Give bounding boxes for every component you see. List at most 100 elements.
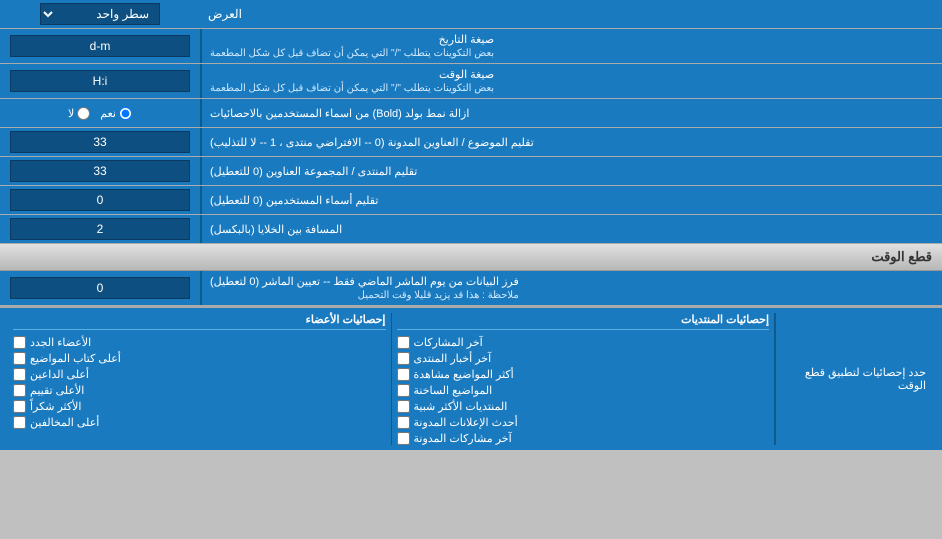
topics-count-row: تقليم الموضوع / العناوين المدونة (0 -- ا…	[0, 128, 942, 157]
apply-label-text: حدد إحصائيات لتطبيق قطع الوقت	[784, 366, 926, 392]
cell-space-input-area: 2	[0, 215, 200, 243]
cb-hot-topics-label: المواضيع الساخنة	[414, 384, 493, 397]
cb-top-rated-label: الأعلى تقييم	[30, 384, 84, 397]
cb-most-thanked-input[interactable]	[13, 400, 26, 413]
cb-top-inviters-input[interactable]	[13, 368, 26, 381]
cb-top-authors-input[interactable]	[13, 352, 26, 365]
cb-similar-forums-label: المنتديات الأكثر شبية	[414, 400, 508, 413]
cell-space-row: المسافة بين الخلايا (بالبكسل) 2	[0, 215, 942, 244]
users-trim-input[interactable]: 0	[10, 189, 190, 211]
forum-trim-label-text: تقليم المنتدى / المجموعة العناوين (0 للت…	[210, 165, 417, 178]
forum-trim-label: تقليم المنتدى / المجموعة العناوين (0 للت…	[200, 157, 942, 185]
users-trim-label: تقليم أسماء المستخدمين (0 للتعطيل)	[200, 186, 942, 214]
top-label: العرض	[200, 3, 942, 25]
time-format-label: صيغة الوقت بعض التكوينات يتطلب "/" التي …	[200, 64, 942, 98]
cb-latest-announcements-label: أحدث الإعلانات المدونة	[414, 416, 518, 429]
topics-count-label: تقليم الموضوع / العناوين المدونة (0 -- ا…	[200, 128, 942, 156]
topics-count-input-area: 33	[0, 128, 200, 156]
date-format-label: صيغة التاريخ بعض التكوينات يتطلب "/" الت…	[200, 29, 942, 63]
bold-radio-label: ازالة نمط بولد (Bold) من اسماء المستخدمي…	[200, 99, 942, 127]
cb-last-blog-posts[interactable]: آخر مشاركات المدونة	[397, 432, 770, 445]
radio-yes-text: نعم	[100, 107, 116, 120]
cb-most-viewed-input[interactable]	[397, 368, 410, 381]
time-format-input[interactable]: H:i	[10, 70, 190, 92]
cb-most-viewed-label: أكثر المواضيع مشاهدة	[414, 368, 514, 381]
cell-space-input[interactable]: 2	[10, 218, 190, 240]
cb-last-blog-posts-input[interactable]	[397, 432, 410, 445]
members-stats-col: إحصائيات الأعضاء الأعضاء الجدد أعلى كتاب…	[8, 313, 391, 445]
cb-top-inviters[interactable]: أعلى الداعين	[13, 368, 386, 381]
radio-yes-label[interactable]: نعم	[100, 107, 132, 120]
cb-new-members-input[interactable]	[13, 336, 26, 349]
cb-last-posts[interactable]: آخر المشاركات	[397, 336, 770, 349]
cb-most-thanked-label: الأكثر شكراً	[30, 400, 81, 413]
date-format-row: صيغة التاريخ بعض التكوينات يتطلب "/" الت…	[0, 29, 942, 64]
top-row: العرض سطر واحد سطرين ثلاثة أسطر	[0, 0, 942, 29]
forum-trim-input[interactable]: 33	[10, 160, 190, 182]
cb-top-authors[interactable]: أعلى كتاب المواضيع	[13, 352, 386, 365]
time-format-input-area: H:i	[0, 64, 200, 98]
bold-radio-area: نعم لا	[0, 99, 200, 127]
cb-top-inviters-label: أعلى الداعين	[30, 368, 89, 381]
cb-new-members-label: الأعضاء الجدد	[30, 336, 91, 349]
cb-latest-announcements[interactable]: أحدث الإعلانات المدونة	[397, 416, 770, 429]
cb-new-members[interactable]: الأعضاء الجدد	[13, 336, 386, 349]
radio-yes[interactable]	[119, 107, 132, 120]
forum-stats-col: إحصائيات المنتديات آخر المشاركات آخر أخب…	[391, 313, 775, 445]
cb-top-rated-input[interactable]	[13, 384, 26, 397]
cb-hot-topics[interactable]: المواضيع الساخنة	[397, 384, 770, 397]
forum-stats-header: إحصائيات المنتديات	[397, 313, 770, 330]
cb-last-blog-posts-label: آخر مشاركات المدونة	[414, 432, 512, 445]
cb-last-posts-label: آخر المشاركات	[414, 336, 483, 349]
cutoff-input[interactable]: 0	[10, 277, 190, 299]
cutoff-label-sub: ملاحظة : هذا قد يزيد قليلا وقت التحميل	[210, 290, 519, 301]
cutoff-row: فرز البيانات من يوم الماشر الماضي فقط --…	[0, 271, 942, 306]
cb-forum-news[interactable]: آخر أخبار المنتدى	[397, 352, 770, 365]
cb-top-authors-label: أعلى كتاب المواضيع	[30, 352, 121, 365]
cb-last-posts-input[interactable]	[397, 336, 410, 349]
time-format-title: صيغة الوقت	[210, 68, 494, 81]
cutoff-label-main: فرز البيانات من يوم الماشر الماضي فقط --…	[210, 275, 519, 288]
apply-label-panel: حدد إحصائيات لتطبيق قطع الوقت	[774, 313, 934, 445]
top-select-area: سطر واحد سطرين ثلاثة أسطر	[0, 0, 200, 28]
topics-count-input[interactable]: 33	[10, 131, 190, 153]
date-format-sublabel: بعض التكوينات يتطلب "/" التي يمكن أن تضا…	[210, 48, 494, 59]
cb-forum-news-input[interactable]	[397, 352, 410, 365]
cutoff-header-text: قطع الوقت	[871, 249, 932, 264]
cutoff-section-header: قطع الوقت	[0, 244, 942, 271]
time-format-row: صيغة الوقت بعض التكوينات يتطلب "/" التي …	[0, 64, 942, 99]
users-trim-label-text: تقليم أسماء المستخدمين (0 للتعطيل)	[210, 194, 378, 207]
date-format-title: صيغة التاريخ	[210, 33, 494, 46]
cb-latest-announcements-input[interactable]	[397, 416, 410, 429]
date-format-input-area: d-m	[0, 29, 200, 63]
cb-top-violations-input[interactable]	[13, 416, 26, 429]
checkboxes-container: حدد إحصائيات لتطبيق قطع الوقت إحصائيات ا…	[0, 308, 942, 450]
radio-no-text: لا	[68, 107, 74, 120]
cb-top-violations-label: أعلى المخالفين	[30, 416, 99, 429]
forum-trim-row: تقليم المنتدى / المجموعة العناوين (0 للت…	[0, 157, 942, 186]
cell-space-label: المسافة بين الخلايا (بالبكسل)	[200, 215, 942, 243]
cb-top-rated[interactable]: الأعلى تقييم	[13, 384, 386, 397]
cb-similar-forums-input[interactable]	[397, 400, 410, 413]
main-container: العرض سطر واحد سطرين ثلاثة أسطر صيغة الت…	[0, 0, 942, 450]
cb-similar-forums[interactable]: المنتديات الأكثر شبية	[397, 400, 770, 413]
members-stats-header: إحصائيات الأعضاء	[13, 313, 386, 330]
radio-no[interactable]	[77, 107, 90, 120]
cb-most-viewed[interactable]: أكثر المواضيع مشاهدة	[397, 368, 770, 381]
users-trim-input-area: 0	[0, 186, 200, 214]
display-select[interactable]: سطر واحد سطرين ثلاثة أسطر	[40, 3, 160, 25]
bold-radio-row: ازالة نمط بولد (Bold) من اسماء المستخدمي…	[0, 99, 942, 128]
cb-most-thanked[interactable]: الأكثر شكراً	[13, 400, 386, 413]
cutoff-label: فرز البيانات من يوم الماشر الماضي فقط --…	[200, 271, 942, 305]
users-trim-row: تقليم أسماء المستخدمين (0 للتعطيل) 0	[0, 186, 942, 215]
cell-space-label-text: المسافة بين الخلايا (بالبكسل)	[210, 223, 342, 236]
cb-top-violations[interactable]: أعلى المخالفين	[13, 416, 386, 429]
topics-count-label-text: تقليم الموضوع / العناوين المدونة (0 -- ا…	[210, 136, 534, 149]
top-label-text: العرض	[208, 7, 242, 21]
cb-forum-news-label: آخر أخبار المنتدى	[414, 352, 492, 365]
forum-trim-input-area: 33	[0, 157, 200, 185]
cutoff-input-area: 0	[0, 271, 200, 305]
date-format-input[interactable]: d-m	[10, 35, 190, 57]
radio-no-label[interactable]: لا	[68, 107, 90, 120]
cb-hot-topics-input[interactable]	[397, 384, 410, 397]
